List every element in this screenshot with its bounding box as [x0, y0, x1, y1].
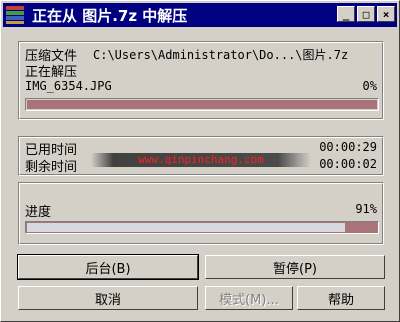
file-progress-bar	[25, 98, 379, 111]
remaining-time-value: 00:00:02	[319, 157, 377, 171]
cancel-button[interactable]: 取消	[18, 286, 198, 310]
file-info-group: 压缩文件 C:\Users\Administrator\Do...\图片.7z …	[18, 41, 384, 120]
remaining-time-label: 剩余时间	[25, 160, 78, 175]
help-button[interactable]: 帮助	[297, 286, 385, 310]
close-button[interactable]: ×	[377, 6, 395, 22]
overall-progress-group-frame	[19, 183, 383, 244]
minimize-button[interactable]: _	[337, 6, 355, 22]
extract-dialog: 正在从 图片.7z 中解压 _ □ × 压缩文件 C:\Users\Admini…	[0, 0, 400, 322]
overall-progress-group: 进度 91%	[18, 182, 384, 245]
file-progress-fill	[27, 100, 377, 109]
file-percent: 0%	[362, 79, 377, 93]
watermark-text: www.qinpinchang.com	[91, 153, 311, 167]
overall-progress-bar	[25, 221, 379, 234]
background-button[interactable]: 后台(B)	[17, 254, 199, 280]
overall-progress-fill	[27, 223, 346, 232]
progress-label: 进度	[25, 205, 52, 220]
title-bar[interactable]: 正在从 图片.7z 中解压 _ □ ×	[3, 3, 397, 27]
mode-button[interactable]: 模式(M)...	[205, 286, 293, 310]
elapsed-time-value: 00:00:29	[319, 140, 377, 154]
maximize-button[interactable]: □	[357, 6, 375, 22]
status-label: 正在解压	[25, 65, 78, 80]
window-controls: _ □ ×	[337, 6, 395, 22]
archive-path: C:\Users\Administrator\Do...\图片.7z	[93, 48, 349, 62]
winrar-app-icon	[6, 6, 26, 24]
pause-button[interactable]: 暂停(P)	[205, 255, 385, 279]
current-file-name: IMG_6354.JPG	[25, 79, 112, 93]
progress-percent: 91%	[355, 202, 377, 216]
window-title: 正在从 图片.7z 中解压	[32, 6, 188, 25]
